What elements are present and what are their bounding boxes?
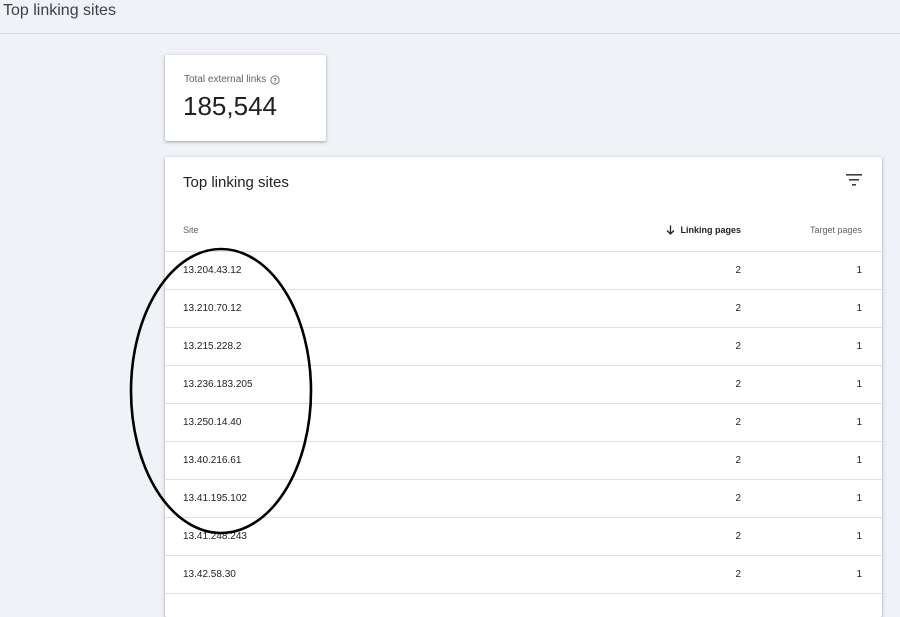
cell-site: 13.42.58.30: [183, 569, 236, 580]
cell-target-pages: 1: [856, 531, 862, 542]
column-header-site[interactable]: Site: [183, 225, 199, 235]
table-row[interactable]: 13.250.14.40 2 1: [165, 404, 882, 442]
cell-target-pages: 1: [856, 455, 862, 466]
cell-linking-pages: 2: [735, 493, 741, 504]
top-linking-sites-table-card: Top linking sites Site Linking pages Tar…: [165, 157, 882, 617]
cell-linking-pages: 2: [735, 417, 741, 428]
table-body: 13.204.43.12 2 1 13.210.70.12 2 1 13.215…: [165, 252, 882, 594]
column-header-target-pages[interactable]: Target pages: [810, 225, 862, 235]
table-header-row: Site Linking pages Target pages: [165, 215, 882, 252]
table-row[interactable]: 13.41.195.102 2 1: [165, 480, 882, 518]
table-title: Top linking sites: [183, 174, 289, 191]
cell-target-pages: 1: [856, 493, 862, 504]
cell-linking-pages: 2: [735, 379, 741, 390]
cell-target-pages: 1: [856, 265, 862, 276]
cell-linking-pages: 2: [735, 455, 741, 466]
filter-button[interactable]: [844, 172, 864, 192]
cell-site: 13.204.43.12: [183, 265, 242, 276]
table-row[interactable]: 13.236.183.205 2 1: [165, 366, 882, 404]
filter-icon: [846, 173, 862, 191]
table-row[interactable]: 13.215.228.2 2 1: [165, 328, 882, 366]
cell-linking-pages: 2: [735, 341, 741, 352]
cell-linking-pages: 2: [735, 569, 741, 580]
cell-site: 13.250.14.40: [183, 417, 242, 428]
stat-label-row: Total external links: [184, 74, 280, 85]
cell-target-pages: 1: [856, 379, 862, 390]
table-row[interactable]: 13.210.70.12 2 1: [165, 290, 882, 328]
cell-target-pages: 1: [856, 303, 862, 314]
cell-target-pages: 1: [856, 417, 862, 428]
cell-target-pages: 1: [856, 341, 862, 352]
cell-linking-pages: 2: [735, 303, 741, 314]
cell-linking-pages: 2: [735, 531, 741, 542]
column-header-linking-pages[interactable]: Linking pages: [666, 225, 741, 235]
cell-site: 13.40.216.61: [183, 455, 242, 466]
cell-linking-pages: 2: [735, 265, 741, 276]
column-header-linking-pages-label: Linking pages: [680, 225, 741, 235]
stat-value: 185,544: [183, 91, 277, 121]
page-title: Top linking sites: [3, 2, 116, 19]
table-row[interactable]: 13.41.248.243 2 1: [165, 518, 882, 556]
page-header: Top linking sites: [0, 0, 900, 34]
table-row[interactable]: 13.40.216.61 2 1: [165, 442, 882, 480]
cell-site: 13.41.248.243: [183, 531, 247, 542]
total-external-links-card: Total external links 185,544: [165, 55, 326, 141]
stat-label: Total external links: [184, 74, 267, 85]
cell-site: 13.236.183.205: [183, 379, 253, 390]
cell-target-pages: 1: [856, 569, 862, 580]
table-row[interactable]: 13.204.43.12 2 1: [165, 252, 882, 290]
cell-site: 13.210.70.12: [183, 303, 242, 314]
cell-site: 13.41.195.102: [183, 493, 247, 504]
help-circle-icon[interactable]: [270, 74, 280, 85]
arrow-down-icon: [666, 225, 675, 235]
table-row[interactable]: 13.42.58.30 2 1: [165, 556, 882, 594]
cell-site: 13.215.228.2: [183, 341, 242, 352]
